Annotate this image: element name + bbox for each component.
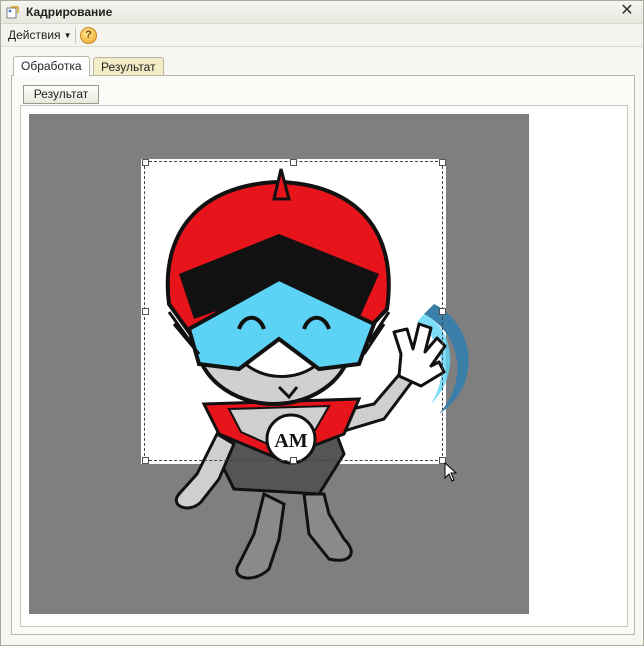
mouse-cursor-icon xyxy=(444,462,458,482)
crop-handle-top[interactable] xyxy=(290,159,297,166)
separator xyxy=(75,27,76,43)
crop-selection[interactable] xyxy=(144,161,443,461)
crop-handle-top-left[interactable] xyxy=(142,159,149,166)
tab-result[interactable]: Результат xyxy=(93,57,164,76)
window-title: Кадрирование xyxy=(26,5,113,19)
help-icon[interactable]: ? xyxy=(80,27,97,44)
crop-handle-top-right[interactable] xyxy=(439,159,446,166)
crop-handle-left[interactable] xyxy=(142,308,149,315)
close-icon[interactable]: ✕ xyxy=(619,3,635,19)
chevron-down-icon: ▼ xyxy=(63,31,72,40)
crop-handle-bottom-left[interactable] xyxy=(142,457,149,464)
crop-handle-bottom[interactable] xyxy=(290,457,297,464)
tab-processing[interactable]: Обработка xyxy=(13,56,90,76)
command-bar: Действия ▼ ? xyxy=(1,24,643,47)
crop-handle-right[interactable] xyxy=(439,308,446,315)
cropping-window: Кадрирование ✕ Действия ▼ ? Обработка Рез… xyxy=(0,0,644,646)
actions-label: Действия xyxy=(8,28,61,42)
result-button[interactable]: Результат xyxy=(23,85,99,104)
actions-menu-button[interactable]: Действия ▼ xyxy=(8,28,72,42)
form-icon xyxy=(5,5,19,19)
title-bar[interactable]: Кадрирование ✕ xyxy=(1,1,643,24)
